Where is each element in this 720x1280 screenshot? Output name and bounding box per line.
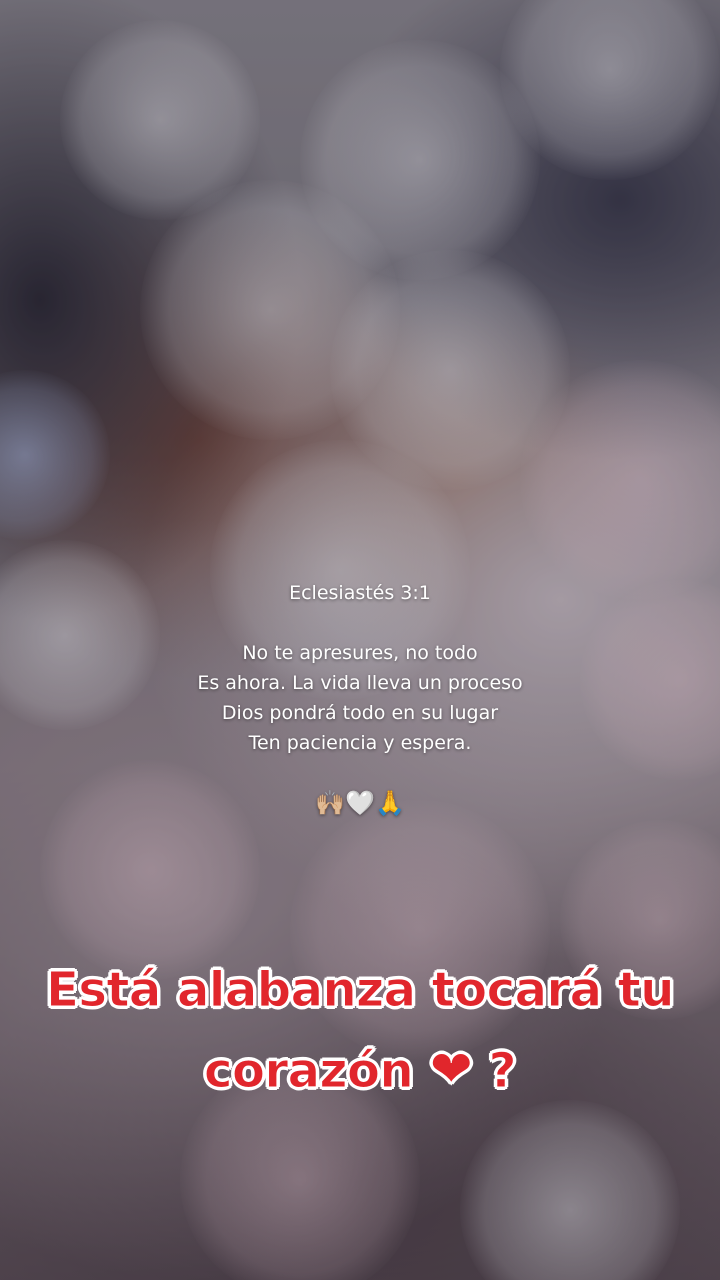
caption-line-2: corazón ❤ ? — [0, 1040, 720, 1101]
verse-line: Es ahora. La vida lleva un proceso — [197, 672, 523, 694]
verse-line: No te apresures, no todo — [242, 642, 478, 664]
caption-question-mark: ? — [488, 1043, 517, 1100]
caption-word: corazón — [204, 1043, 415, 1100]
verse-block: Eclesiastés 3:1 No te apresures, no todo… — [0, 578, 720, 818]
caption-line-1: Está alabanza tocará tu — [46, 962, 675, 1019]
red-heart-icon: ❤ — [429, 1040, 474, 1101]
verse-line: Dios pondrá todo en su lugar — [221, 702, 499, 724]
verse-reference: Eclesiastés 3:1 — [289, 582, 431, 604]
verse-line: Ten paciencia y espera. — [248, 732, 472, 754]
praise-emoji-row: 🙌🏼🤍🙏 — [315, 789, 405, 817]
